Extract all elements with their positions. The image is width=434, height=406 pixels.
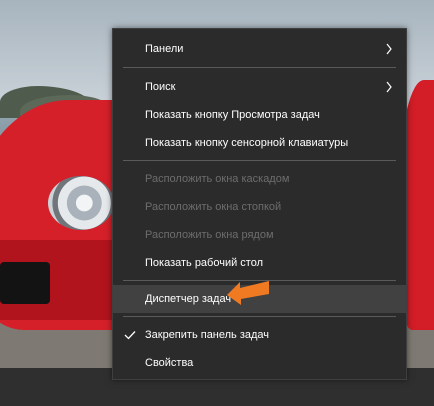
- menu-item-label: Показать кнопку Просмотра задач: [145, 109, 320, 121]
- menu-item-label: Показать кнопку сенсорной клавиатуры: [145, 137, 349, 149]
- taskbar-context-menu: Панели Поиск Показать кнопку Просмотра з…: [112, 28, 407, 380]
- menu-item-lock-taskbar[interactable]: Закрепить панель задач: [113, 321, 406, 349]
- menu-item-stack-windows: Расположить окна стопкой: [113, 193, 406, 221]
- menu-item-properties[interactable]: Свойства: [113, 349, 406, 377]
- chevron-right-icon: [386, 43, 392, 55]
- menu-item-show-desktop[interactable]: Показать рабочий стол: [113, 249, 406, 277]
- menu-item-label: Свойства: [145, 357, 194, 369]
- menu-separator: [123, 67, 396, 68]
- chevron-right-icon: [386, 81, 392, 93]
- menu-item-show-touch-keyboard-button[interactable]: Показать кнопку сенсорной клавиатуры: [113, 129, 406, 157]
- menu-item-label: Показать рабочий стол: [145, 257, 264, 269]
- menu-item-label: Расположить окна рядом: [145, 229, 274, 241]
- menu-item-search[interactable]: Поиск: [113, 73, 406, 101]
- menu-item-label: Закрепить панель задач: [145, 329, 270, 341]
- car-grille: [0, 262, 50, 304]
- menu-item-show-task-view-button[interactable]: Показать кнопку Просмотра задач: [113, 101, 406, 129]
- menu-item-side-by-side-windows: Расположить окна рядом: [113, 221, 406, 249]
- menu-item-label: Расположить окна каскадом: [145, 173, 290, 185]
- menu-item-label: Поиск: [145, 81, 176, 93]
- menu-separator: [123, 160, 396, 161]
- menu-item-label: Панели: [145, 43, 184, 55]
- orange-arrow-icon: [227, 281, 269, 305]
- menu-separator: [123, 316, 396, 317]
- menu-item-panels[interactable]: Панели: [113, 35, 406, 63]
- menu-item-label: Расположить окна стопкой: [145, 201, 282, 213]
- menu-item-cascade-windows: Расположить окна каскадом: [113, 165, 406, 193]
- menu-item-label: Диспетчер задач: [145, 293, 232, 305]
- checkmark-icon: [124, 331, 136, 340]
- car-headlight: [48, 176, 114, 230]
